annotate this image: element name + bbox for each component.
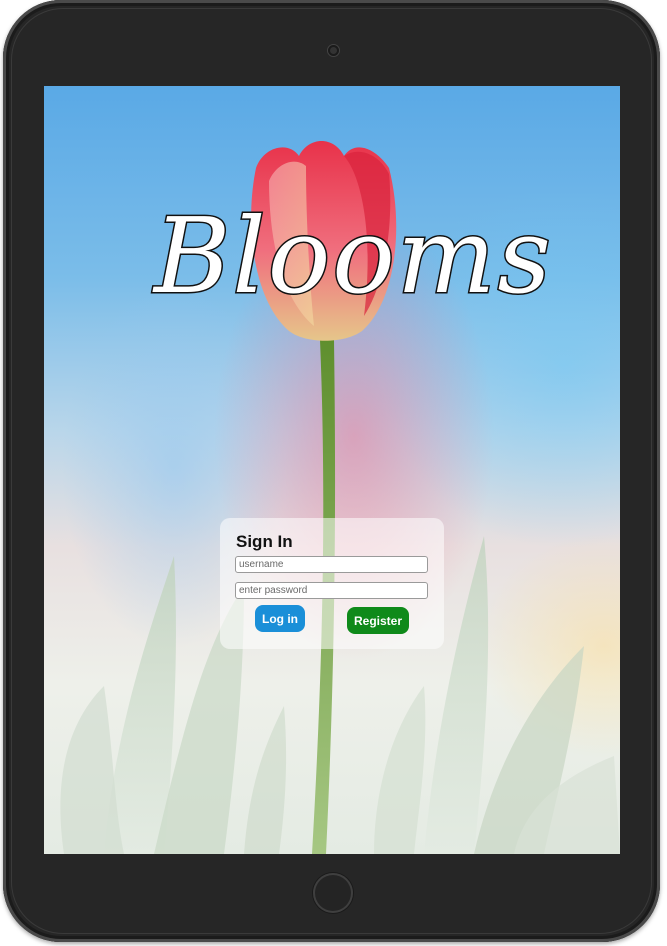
register-button[interactable]: Register xyxy=(347,607,409,634)
login-button[interactable]: Log in xyxy=(255,605,305,632)
home-button[interactable] xyxy=(313,873,353,913)
signin-title: Sign In xyxy=(236,532,293,551)
password-input[interactable] xyxy=(235,582,428,599)
camera-icon xyxy=(328,45,339,56)
app-logo: Blooms xyxy=(153,195,553,318)
signin-panel: Sign In Log in Register xyxy=(220,518,444,649)
app-screen: Blooms Sign In Log in Register xyxy=(44,86,620,854)
username-input[interactable] xyxy=(235,556,428,573)
